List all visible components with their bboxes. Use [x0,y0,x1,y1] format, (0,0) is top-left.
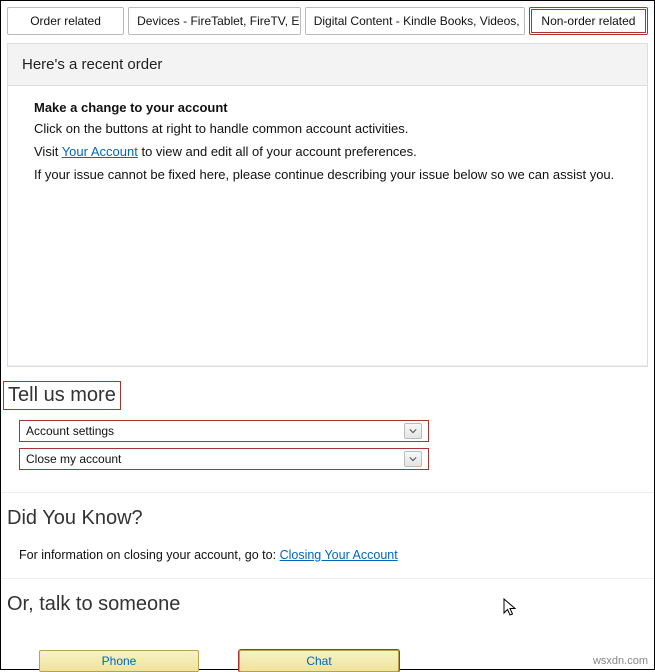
recent-order-body: Make a change to your account Click on t… [8,86,647,366]
recent-order-header: Here's a recent order [8,44,647,86]
tab-devices[interactable]: Devices - FireTablet, FireTV, Echo etc. [128,7,301,35]
visit-account-prefix: Visit [34,144,62,159]
issue-detail-select[interactable]: Close my account [19,448,429,470]
account-change-desc: Click on the buttons at right to handle … [34,120,627,138]
talk-buttons-row: Phone Chat [1,626,654,672]
issue-detail-value: Close my account [26,452,121,466]
did-you-know-text: For information on closing your account,… [19,548,280,562]
issue-category-select[interactable]: Account settings [19,420,429,442]
tell-us-more-selects: Account settings Close my account [1,420,654,493]
visit-account-suffix: to view and edit all of your account pre… [138,144,417,159]
closing-your-account-link[interactable]: Closing Your Account [280,548,398,562]
account-change-title: Make a change to your account [34,100,627,115]
talk-to-someone-header: Or, talk to someone [7,593,654,616]
phone-button[interactable]: Phone [39,650,199,672]
chevron-down-icon [404,423,422,439]
tab-order-related[interactable]: Order related [7,7,124,35]
issue-fallback-text: If your issue cannot be fixed here, plea… [34,166,627,184]
tab-non-order-related[interactable]: Non-order related [529,7,648,35]
visit-account-line: Visit Your Account to view and edit all … [34,143,627,161]
your-account-link[interactable]: Your Account [62,144,138,159]
tab-digital-content[interactable]: Digital Content - Kindle Books, Videos, … [305,7,525,35]
chevron-down-icon [404,451,422,467]
tab-bar: Order related Devices - FireTablet, Fire… [1,1,654,37]
did-you-know-body: For information on closing your account,… [1,540,654,579]
tell-us-more-header: Tell us more [3,381,121,410]
watermark: wsxdn.com [593,655,648,667]
did-you-know-header: Did You Know? [7,507,654,530]
issue-category-value: Account settings [26,424,114,438]
recent-order-panel: Here's a recent order Make a change to y… [7,43,648,367]
chat-button[interactable]: Chat [239,650,399,672]
